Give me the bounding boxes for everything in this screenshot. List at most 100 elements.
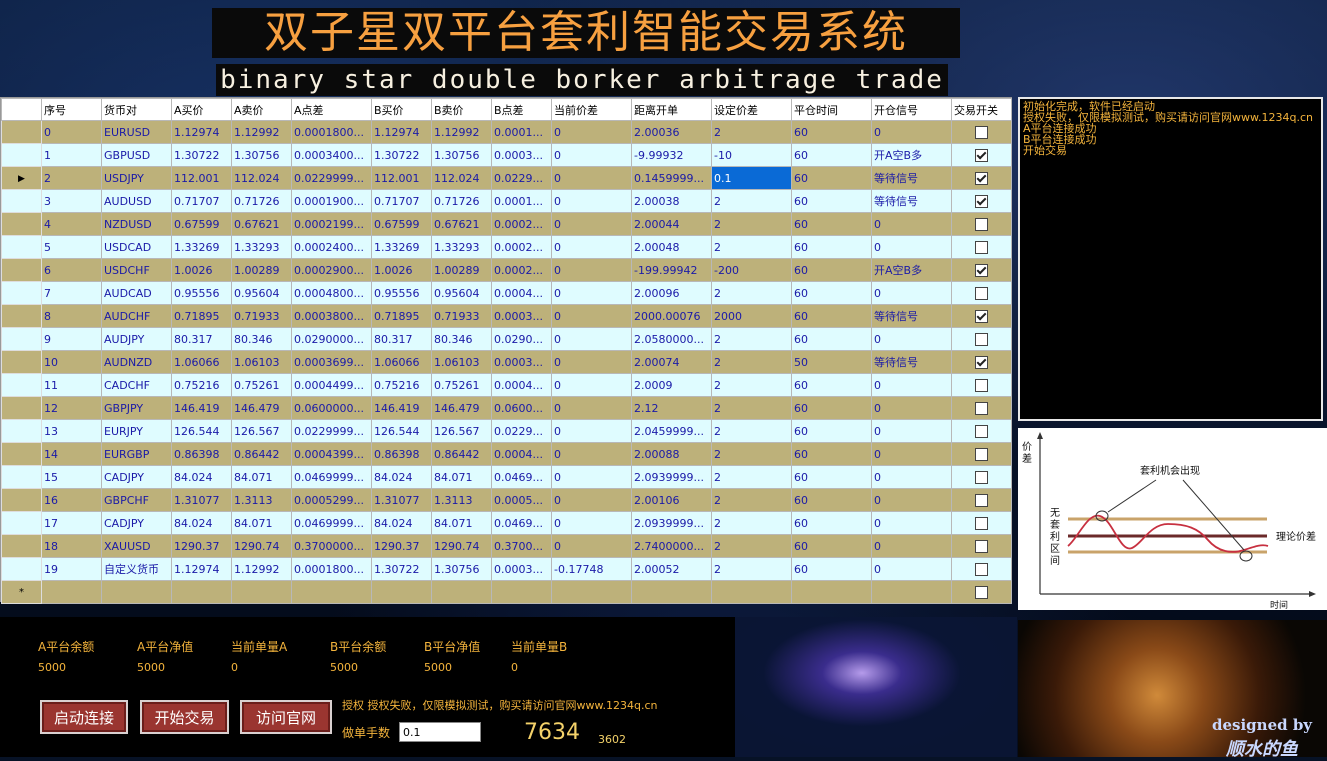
cell-b-buy[interactable]: 1290.37 — [371, 534, 432, 558]
cell-diff[interactable]: -0.17748 — [551, 557, 632, 581]
cell-b-spread[interactable]: 0.0003... — [491, 304, 552, 328]
cell-b-sell[interactable]: 1.3113 — [431, 488, 492, 512]
cell-id[interactable]: 0 — [41, 120, 102, 144]
table-row[interactable]: 14 EURGBP 0.86398 0.86442 0.0004399... 0.8639… — [1, 442, 1012, 466]
cell-b-spread[interactable]: 0.0290... — [491, 327, 552, 351]
cell-signal[interactable]: 等待信号 — [871, 304, 952, 328]
cell-a-sell[interactable]: 80.346 — [231, 327, 292, 351]
cell-b-spread[interactable]: 0.0229... — [491, 166, 552, 190]
cell-pair[interactable]: GBPJPY — [101, 396, 172, 420]
cell-id[interactable]: 13 — [41, 419, 102, 443]
cell-pair[interactable]: NZDUSD — [101, 212, 172, 236]
cell-signal[interactable]: 等待信号 — [871, 189, 952, 213]
cell-diff[interactable]: 0 — [551, 166, 632, 190]
cell-id[interactable]: 19 — [41, 557, 102, 581]
cell-pair[interactable]: CADJPY — [101, 465, 172, 489]
cell-a-buy[interactable]: 0.86398 — [171, 442, 232, 466]
new-row-cell[interactable] — [711, 580, 792, 604]
cell-a-spread[interactable]: 0.0002199... — [291, 212, 372, 236]
cell-id[interactable]: 11 — [41, 373, 102, 397]
cell-pair[interactable]: XAUUSD — [101, 534, 172, 558]
cell-diff[interactable]: 0 — [551, 442, 632, 466]
column-header[interactable]: 当前价差 — [551, 98, 632, 121]
lot-size-input[interactable] — [399, 722, 481, 742]
cell-close[interactable]: 60 — [791, 166, 872, 190]
cell-a-sell[interactable]: 0.71933 — [231, 304, 292, 328]
cell-signal[interactable]: 0 — [871, 511, 952, 535]
cell-close[interactable]: 60 — [791, 120, 872, 144]
cell-close[interactable]: 60 — [791, 557, 872, 581]
cell-a-sell[interactable]: 1290.74 — [231, 534, 292, 558]
cell-a-buy[interactable]: 1.33269 — [171, 235, 232, 259]
cell-signal[interactable]: 0 — [871, 442, 952, 466]
cell-pair[interactable]: EURGBP — [101, 442, 172, 466]
cell-a-sell[interactable]: 1.00289 — [231, 258, 292, 282]
cell-diff[interactable]: 0 — [551, 511, 632, 535]
cell-b-spread[interactable]: 0.3700... — [491, 534, 552, 558]
cell-a-sell[interactable]: 146.479 — [231, 396, 292, 420]
row-header[interactable] — [1, 419, 42, 443]
cell-close[interactable]: 60 — [791, 327, 872, 351]
cell-pair[interactable]: AUDNZD — [101, 350, 172, 374]
new-row[interactable]: * — [1, 580, 1012, 604]
new-row-cell[interactable] — [431, 580, 492, 604]
cell-id[interactable]: 2 — [41, 166, 102, 190]
cell-trade-switch[interactable] — [951, 419, 1012, 443]
row-header[interactable] — [1, 534, 42, 558]
cell-set[interactable]: -200 — [711, 258, 792, 282]
cell-b-buy[interactable]: 112.001 — [371, 166, 432, 190]
cell-dist[interactable]: -199.99942 — [631, 258, 712, 282]
column-header[interactable]: B买价 — [371, 98, 432, 121]
cell-close[interactable]: 50 — [791, 350, 872, 374]
trade-switch-checkbox[interactable] — [975, 332, 988, 346]
cell-b-spread[interactable]: 0.0600... — [491, 396, 552, 420]
cell-signal[interactable]: 0 — [871, 235, 952, 259]
cell-b-spread[interactable]: 0.0001... — [491, 120, 552, 144]
new-row-cell[interactable] — [791, 580, 872, 604]
table-row[interactable]: 5 USDCAD 1.33269 1.33293 0.0002400... 1.33269… — [1, 235, 1012, 259]
cell-dist[interactable]: 2.00044 — [631, 212, 712, 236]
cell-trade-switch[interactable] — [951, 120, 1012, 144]
cell-a-buy[interactable]: 84.024 — [171, 465, 232, 489]
cell-a-buy[interactable]: 80.317 — [171, 327, 232, 351]
cell-a-spread[interactable]: 0.0003699... — [291, 350, 372, 374]
table-row[interactable]: 4 NZDUSD 0.67599 0.67621 0.0002199... 0.67599… — [1, 212, 1012, 236]
cell-trade-switch[interactable] — [951, 580, 1012, 604]
cell-a-spread[interactable]: 0.0003400... — [291, 143, 372, 167]
new-row-cell[interactable] — [551, 580, 632, 604]
row-header[interactable] — [1, 511, 42, 535]
cell-set[interactable]: 2 — [711, 465, 792, 489]
trade-switch-checkbox[interactable] — [975, 493, 988, 507]
cell-set[interactable]: 2 — [711, 511, 792, 535]
cell-set[interactable]: -10 — [711, 143, 792, 167]
row-header[interactable] — [1, 373, 42, 397]
cell-b-buy[interactable]: 0.95556 — [371, 281, 432, 305]
table-row[interactable]: 6 USDCHF 1.0026 1.00289 0.0002900... 1.0026 1.… — [1, 258, 1012, 282]
cell-close[interactable]: 60 — [791, 304, 872, 328]
cell-b-sell[interactable]: 80.346 — [431, 327, 492, 351]
cell-b-sell[interactable]: 1.06103 — [431, 350, 492, 374]
cell-a-sell[interactable]: 0.67621 — [231, 212, 292, 236]
cell-id[interactable]: 12 — [41, 396, 102, 420]
cell-b-buy[interactable]: 1.30722 — [371, 557, 432, 581]
cell-trade-switch[interactable] — [951, 350, 1012, 374]
cell-a-sell[interactable]: 112.024 — [231, 166, 292, 190]
cell-b-sell[interactable]: 1.30756 — [431, 143, 492, 167]
table-row[interactable]: 17 CADJPY 84.024 84.071 0.0469999... 84.024 84… — [1, 511, 1012, 535]
cell-b-spread[interactable]: 0.0003... — [491, 350, 552, 374]
cell-pair[interactable]: AUDUSD — [101, 189, 172, 213]
column-header[interactable]: 设定价差 — [711, 98, 792, 121]
cell-dist[interactable]: 2.00036 — [631, 120, 712, 144]
cell-a-sell[interactable]: 1.3113 — [231, 488, 292, 512]
cell-a-sell[interactable]: 1.12992 — [231, 120, 292, 144]
cell-diff[interactable]: 0 — [551, 465, 632, 489]
cell-b-sell[interactable]: 0.67621 — [431, 212, 492, 236]
new-row-cell[interactable] — [871, 580, 952, 604]
cell-diff[interactable]: 0 — [551, 327, 632, 351]
cell-b-spread[interactable]: 0.0002... — [491, 258, 552, 282]
cell-diff[interactable]: 0 — [551, 235, 632, 259]
cell-diff[interactable]: 0 — [551, 373, 632, 397]
cell-id[interactable]: 5 — [41, 235, 102, 259]
cell-b-buy[interactable]: 84.024 — [371, 465, 432, 489]
trade-switch-checkbox[interactable] — [975, 263, 988, 277]
